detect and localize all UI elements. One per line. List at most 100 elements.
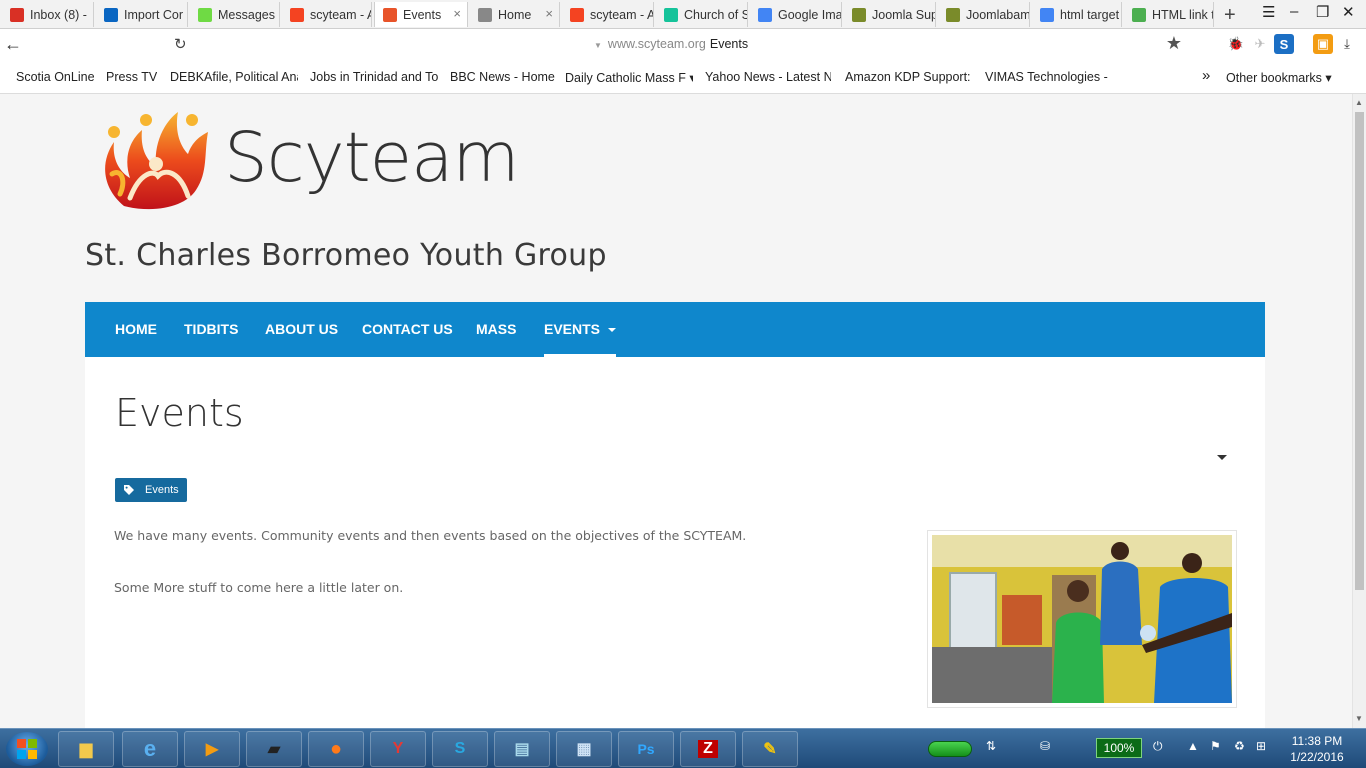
category-tag[interactable]: Events [115,478,187,502]
reload-icon[interactable]: ↻ [174,35,187,53]
s-extension-icon[interactable]: S [1274,34,1294,54]
scroll-down-arrow-icon[interactable]: ▼ [1355,714,1363,723]
w3-icon [1132,7,1146,22]
page-scrollbar[interactable]: ▲ ▼ [1352,94,1366,728]
scyteam-icon [383,7,397,22]
firefox-taskbar-icon[interactable]: ● [308,731,364,767]
clock-time: 11:38 PM [1291,734,1343,748]
scyteam-logo[interactable] [96,102,214,214]
browser-tab[interactable]: Home × [470,2,560,27]
windows-tray-icon[interactable]: ⊞ [1256,739,1266,753]
category-tag-label: Events [145,484,179,496]
browser-tab[interactable]: HTML link t [1124,2,1214,27]
menu-icon[interactable]: ☰ [1262,3,1275,21]
dropdown-arrow-icon: ▼ [594,41,602,50]
site-brand-name[interactable]: Scyteam [224,118,520,198]
start-button[interactable] [6,732,48,766]
internet-explorer-taskbar-icon[interactable]: e [122,731,178,767]
browser-tab[interactable]: Church of S [656,2,748,27]
minimize-button[interactable]: ‒ [1290,3,1298,20]
action-center-flag-icon[interactable]: ⚑ [1210,739,1221,753]
nav-item-contact-us[interactable]: CONTACT US [362,302,453,357]
ladybug-extension-icon[interactable]: 🐞 [1226,34,1246,54]
browser-tab[interactable]: Inbox (8) - [2,2,94,27]
nav-item-label: CONTACT US [362,321,453,337]
nav-item-events[interactable]: EVENTS [544,302,617,357]
network-tray-icon[interactable]: ⇅ [986,739,996,753]
back-arrow-icon[interactable]: ← [4,34,22,55]
nav-item-mass[interactable]: MASS [476,302,516,357]
nav-item-home[interactable]: HOME [115,302,157,357]
photoshop-taskbar-icon[interactable]: Ps [618,731,674,767]
browser-tab[interactable]: Google Ima [750,2,842,27]
browser-tab[interactable]: Joomlabam [938,2,1030,27]
windows-taskbar: ▆ e ▶ ▰ ● Y S ▤ ▦ Ps Z ✎ ⇅ ⛁ 100% ⏻ ▲ ⚑ … [0,728,1366,768]
scroll-up-arrow-icon[interactable]: ▲ [1355,98,1363,107]
browser-tab[interactable]: Import Cor [96,2,188,27]
page-icon [478,7,492,22]
bookmark-item[interactable]: Scotia OnLine [16,70,95,84]
article-options-caret-icon[interactable] [1217,455,1227,460]
nav-item-tidbits[interactable]: TIDBITS [184,302,238,357]
system-clock[interactable]: 11:38 PM 1/22/2016 [1284,733,1350,765]
browser-tab[interactable]: Joomla Sup [844,2,936,27]
page-title: Events [115,391,244,435]
other-bookmarks-folder[interactable]: Other bookmarks ▾ [1226,70,1332,85]
nav-item-label: EVENTS [544,321,601,337]
office-extension-icon[interactable]: ▣ [1313,34,1333,54]
tab-label: Joomla Sup [872,7,935,22]
close-window-button[interactable]: ✕ [1342,3,1355,21]
media-player-taskbar-icon[interactable]: ▶ [184,731,240,767]
battery-percent[interactable]: 100% [1096,738,1142,758]
bookmark-item[interactable]: Jobs in Trinidad and Tob [310,70,438,84]
address-bar[interactable]: ↻ ▼ www.scyteam.org Events ★ [170,32,1192,58]
web-page: Scyteam St. Charles Borromeo Youth Group… [0,94,1352,728]
download-icon[interactable]: ⤓ [1337,34,1357,54]
nav-item-about-us[interactable]: ABOUT US [265,302,338,357]
skype-taskbar-icon[interactable]: S [432,731,488,767]
drive-tray-icon[interactable]: ⛁ [1040,739,1050,753]
paint-taskbar-icon[interactable]: ✎ [742,731,798,767]
browser-tab[interactable]: scyteam - A [282,2,372,27]
more-bookmarks-chevron-icon[interactable]: » [1202,67,1210,84]
bookmark-item[interactable]: Yahoo News - Latest Ne [705,70,831,84]
browser-tab[interactable]: scyteam - A [562,2,654,27]
bookmark-item[interactable]: DEBKAfile, Political Ana [170,70,298,84]
bookmark-item[interactable]: Amazon KDP Support: I [845,70,971,84]
close-tab-icon[interactable]: × [545,6,553,21]
recycle-tray-icon[interactable]: ♻ [1234,739,1245,753]
show-hidden-icons-arrow-icon[interactable]: ▲ [1187,739,1199,753]
bookmark-item[interactable]: Daily Catholic Mass F ▾ [565,70,693,85]
browser-tab[interactable]: Messages [190,2,280,27]
browser-tab[interactable]: html target [1032,2,1122,27]
dropdown-caret-icon [608,328,617,333]
tab-label: scyteam - A [590,7,653,22]
yandex-taskbar-icon[interactable]: Y [370,731,426,767]
bookmark-item[interactable]: Press TV [106,70,157,84]
plane-extension-icon[interactable]: ✈ [1250,34,1270,54]
main-navigation: HOME TIDBITS ABOUT US CONTACT US MASS EVENTS [85,302,1265,357]
main-content: Events Events We have many events. Commu… [85,357,1265,728]
scrollbar-thumb[interactable] [1355,112,1364,590]
new-tab-button[interactable]: + [1224,4,1236,27]
battery-meter[interactable] [928,741,972,757]
nav-item-label: HOME [115,321,157,337]
tab-label: Events [403,7,442,22]
browser-toolbar: ← ↻ ▼ www.scyteam.org Events ★ 🐞 ✈ S ▣ ⤓ [0,29,1366,61]
laptop-taskbar-icon[interactable]: ▰ [246,731,302,767]
control-panel-taskbar-icon[interactable]: ▦ [556,731,612,767]
close-tab-icon[interactable]: × [453,6,461,21]
url-text[interactable]: ▼ www.scyteam.org Events [594,37,748,51]
filezilla-taskbar-icon[interactable]: Z [680,731,736,767]
file-explorer-taskbar-icon[interactable]: ▆ [58,731,114,767]
power-tray-icon[interactable]: ⏻ [1153,739,1163,754]
bookmark-item[interactable]: BBC News - Home [450,70,555,84]
bookmark-star-icon[interactable]: ★ [1166,33,1182,54]
site-tagline: St. Charles Borromeo Youth Group [85,238,607,273]
notepad-taskbar-icon[interactable]: ▤ [494,731,550,767]
browser-tab[interactable]: Events × [374,2,468,27]
google-icon [758,7,772,22]
restore-button[interactable]: ❐ [1316,3,1329,21]
bookmark-item[interactable]: VIMAS Technologies - C [985,70,1111,84]
clock-date: 1/22/2016 [1290,750,1344,764]
